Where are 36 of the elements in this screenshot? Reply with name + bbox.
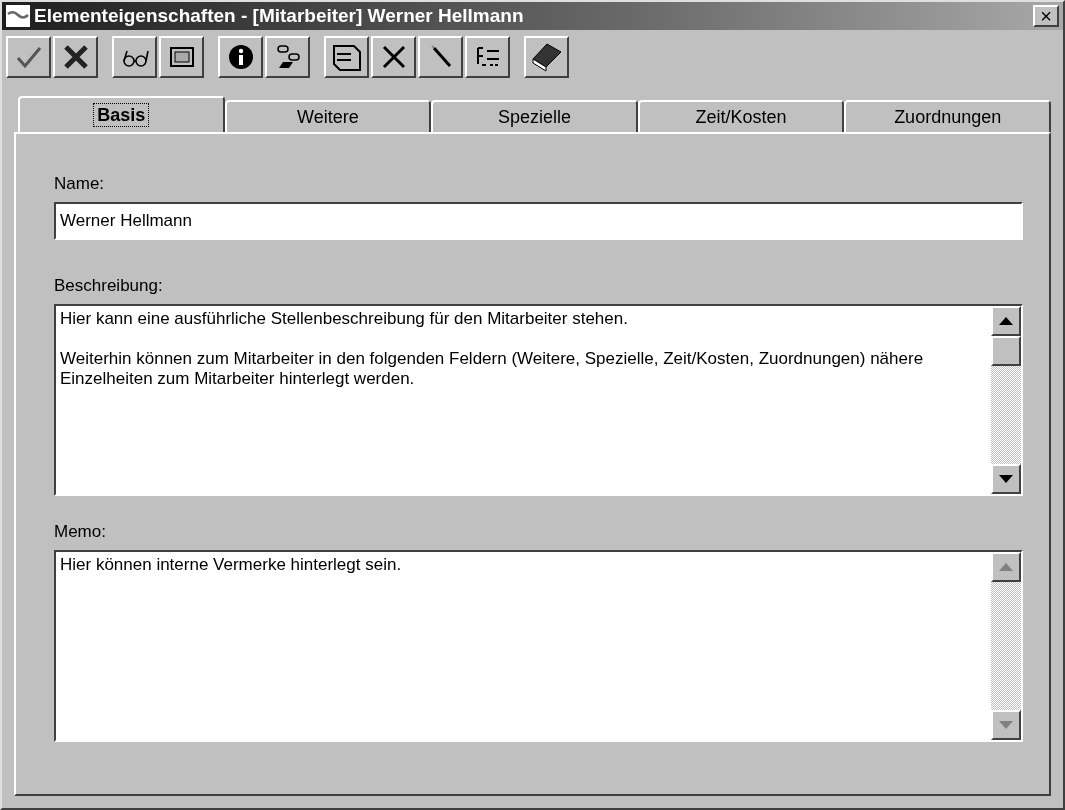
toolbar-button[interactable] bbox=[218, 36, 263, 78]
book-icon bbox=[531, 42, 562, 72]
up-arrow-icon bbox=[999, 317, 1013, 325]
tab[interactable]: Zeit/Kosten bbox=[637, 100, 845, 132]
toolbar-button[interactable] bbox=[324, 36, 369, 78]
toolbar-button[interactable] bbox=[418, 36, 463, 78]
description-field[interactable] bbox=[54, 304, 1023, 496]
memo-text: Hier können interne Vermerke hinterlegt sein. bbox=[60, 555, 403, 575]
toolbar-button[interactable] bbox=[524, 36, 569, 78]
toolbar-button[interactable] bbox=[265, 36, 310, 78]
scroll-down-button[interactable] bbox=[991, 464, 1021, 494]
toolbar-button[interactable] bbox=[6, 36, 51, 78]
toolbar-button[interactable] bbox=[465, 36, 510, 78]
field-label: Beschreibung: bbox=[54, 276, 164, 296]
field-label: Name: bbox=[54, 174, 106, 194]
field-label: Memo: bbox=[54, 522, 107, 542]
scrollbar[interactable] bbox=[991, 306, 1021, 494]
description-text: Weiterhin können zum Mitarbeiter in den folgenden Feldern (Weitere, Spezielle, Zeit/Kosten, Zuordnungen) nähere Einzelheiten zum Mitarbeiter hinterlegt werden. bbox=[60, 349, 925, 389]
close-button[interactable]: × bbox=[1033, 5, 1059, 27]
toolbar-button[interactable] bbox=[159, 36, 204, 78]
up-arrow-icon bbox=[999, 563, 1013, 571]
scroll-up-button[interactable] bbox=[991, 306, 1021, 336]
name-field[interactable]: Werner Hellmann bbox=[54, 202, 1023, 240]
down-arrow-icon bbox=[999, 475, 1013, 483]
tab[interactable]: Weitere bbox=[224, 100, 432, 132]
description-text: Hier kann eine ausführliche Stellenbeschreibung für den Mitarbeiter stehen. bbox=[60, 309, 629, 329]
tab[interactable]: Zuordnungen bbox=[844, 100, 1051, 132]
toolbar-button[interactable] bbox=[53, 36, 98, 78]
scroll-thumb[interactable] bbox=[991, 336, 1021, 366]
tab[interactable]: Spezielle bbox=[431, 100, 638, 132]
tab[interactable]: Basis bbox=[18, 96, 225, 132]
toolbar-button[interactable] bbox=[371, 36, 416, 78]
window-title: Elementeigenschaften - [Mitarbeiter] Werner Hellmann bbox=[34, 5, 525, 27]
toolbar-button[interactable] bbox=[112, 36, 157, 78]
down-arrow-icon bbox=[999, 721, 1013, 729]
app-icon bbox=[6, 5, 30, 27]
